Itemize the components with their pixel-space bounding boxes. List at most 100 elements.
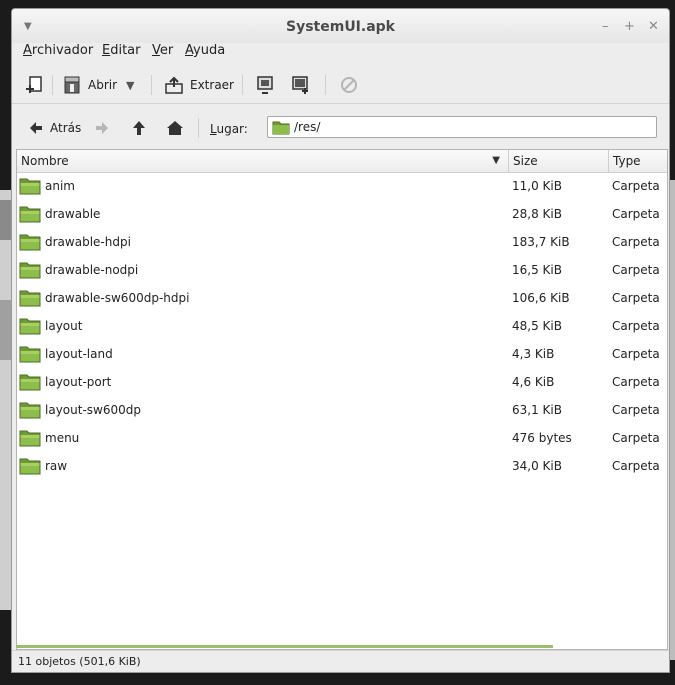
folder-icon <box>19 346 41 363</box>
table-row[interactable]: menu 476 bytes Carpeta <box>17 424 667 452</box>
row-name: layout <box>45 319 83 333</box>
row-type: Carpeta <box>612 291 660 305</box>
row-size: 11,0 KiB <box>512 179 562 193</box>
folder-icon <box>19 206 41 223</box>
table-row[interactable]: layout-port 4,6 KiB Carpeta <box>17 368 667 396</box>
locationbar-separator <box>198 118 199 138</box>
maximize-icon[interactable]: + <box>624 19 635 34</box>
column-header-type[interactable]: Type <box>608 150 667 172</box>
menu-ayuda[interactable]: Ayuda <box>185 43 225 58</box>
row-type: Carpeta <box>612 235 660 249</box>
table-row[interactable]: drawable 28,8 KiB Carpeta <box>17 200 667 228</box>
folder-icon <box>19 374 41 391</box>
add-files-icon <box>257 76 273 94</box>
menu-bar: Archivador Editar Ver Ayuda <box>12 43 669 65</box>
column-header-name[interactable]: Nombre ▼ <box>17 150 508 172</box>
file-list[interactable]: Nombre ▼ Size Type anim 11,0 KiB Carpeta dr… <box>16 149 668 650</box>
stop-button[interactable] <box>339 73 359 97</box>
status-text: 11 objetos (501,6 KiB) <box>18 655 141 668</box>
row-size: 4,3 KiB <box>512 347 555 361</box>
row-size: 16,5 KiB <box>512 263 562 277</box>
home-icon <box>167 121 183 135</box>
location-bar: Atrás Lugar: /res/ <box>12 111 669 145</box>
table-row[interactable]: raw 34,0 KiB Carpeta <box>17 452 667 480</box>
row-size: 34,0 KiB <box>512 459 562 473</box>
table-row[interactable]: drawable-hdpi 183,7 KiB Carpeta <box>17 228 667 256</box>
folder-icon <box>19 430 41 447</box>
list-header: Nombre ▼ Size Type <box>17 150 667 173</box>
new-archive-icon <box>26 76 42 93</box>
open-dropdown-button[interactable]: ▼ <box>126 73 134 97</box>
row-type: Carpeta <box>612 263 660 277</box>
extract-button-label: Extraer <box>190 78 234 92</box>
row-name: layout-sw600dp <box>45 403 141 417</box>
table-row[interactable]: drawable-sw600dp-hdpi 106,6 KiB Carpeta <box>17 284 667 312</box>
minimize-icon[interactable]: – <box>602 19 609 34</box>
menu-editar[interactable]: Editar <box>102 43 141 58</box>
folder-icon <box>272 121 290 134</box>
toolbar-separator <box>325 75 326 95</box>
row-type: Carpeta <box>612 403 660 417</box>
arrow-right-icon <box>96 122 108 134</box>
row-size: 48,5 KiB <box>512 319 562 333</box>
location-path: /res/ <box>294 120 321 134</box>
back-button-label: Atrás <box>50 121 82 135</box>
add-folder-icon <box>292 76 308 94</box>
arrow-left-icon <box>30 122 42 134</box>
folder-icon <box>19 458 41 475</box>
close-icon[interactable]: ✕ <box>648 19 659 34</box>
row-type: Carpeta <box>612 347 660 361</box>
row-name: drawable-sw600dp-hdpi <box>45 291 190 305</box>
folder-icon <box>19 178 41 195</box>
title-bar[interactable]: ▼ SystemUI.apk – + ✕ <box>12 9 669 43</box>
back-button[interactable]: Atrás <box>28 117 81 139</box>
row-name: drawable-hdpi <box>45 235 131 249</box>
extract-icon <box>165 76 183 94</box>
table-row[interactable]: layout-land 4,3 KiB Carpeta <box>17 340 667 368</box>
table-row[interactable]: layout 48,5 KiB Carpeta <box>17 312 667 340</box>
open-archive-icon <box>64 76 80 94</box>
open-button-label: Abrir <box>88 78 118 92</box>
table-row[interactable]: anim 11,0 KiB Carpeta <box>17 172 667 200</box>
row-type: Carpeta <box>612 375 660 389</box>
open-button[interactable]: Abrir <box>62 73 117 97</box>
up-button[interactable] <box>131 117 147 139</box>
table-row[interactable]: drawable-nodpi 16,5 KiB Carpeta <box>17 256 667 284</box>
folder-icon <box>19 290 41 307</box>
menu-ver[interactable]: Ver <box>152 43 173 58</box>
row-name: drawable-nodpi <box>45 263 139 277</box>
row-size: 28,8 KiB <box>512 207 562 221</box>
chevron-down-icon: ▼ <box>126 78 135 92</box>
row-name: drawable <box>45 207 101 221</box>
row-size: 106,6 KiB <box>512 291 570 305</box>
add-files-button[interactable] <box>255 73 275 97</box>
row-type: Carpeta <box>612 179 660 193</box>
list-rows: anim 11,0 KiB Carpeta drawable 28,8 KiB Carpe… <box>17 172 667 480</box>
row-size: 183,7 KiB <box>512 235 570 249</box>
add-folder-button[interactable] <box>290 73 310 97</box>
window-title: SystemUI.apk <box>286 19 395 35</box>
extract-button[interactable]: Extraer <box>164 73 234 97</box>
row-size: 4,6 KiB <box>512 375 555 389</box>
row-type: Carpeta <box>612 431 660 445</box>
row-type: Carpeta <box>612 319 660 333</box>
sort-descending-icon: ▼ <box>492 155 500 166</box>
stop-icon <box>341 77 357 93</box>
forward-button[interactable] <box>94 117 110 139</box>
toolbar-separator <box>52 75 53 95</box>
new-archive-button[interactable] <box>24 73 44 97</box>
folder-icon <box>19 262 41 279</box>
table-row[interactable]: layout-sw600dp 63,1 KiB Carpeta <box>17 396 667 424</box>
row-size: 476 bytes <box>512 431 572 445</box>
toolbar: Abrir ▼ Extraer <box>12 67 669 104</box>
status-bar: 11 objetos (501,6 KiB) <box>12 650 669 672</box>
row-name: raw <box>45 459 68 473</box>
archive-manager-window: ▼ SystemUI.apk – + ✕ Archivador Editar V… <box>11 8 670 673</box>
toolbar-separator <box>151 75 152 95</box>
menu-archivador[interactable]: Archivador <box>23 43 93 58</box>
location-input[interactable]: /res/ <box>267 116 657 138</box>
location-label: Lugar: <box>210 122 248 136</box>
row-name: anim <box>45 179 75 193</box>
home-button[interactable] <box>166 117 184 139</box>
column-header-size[interactable]: Size <box>508 150 608 172</box>
